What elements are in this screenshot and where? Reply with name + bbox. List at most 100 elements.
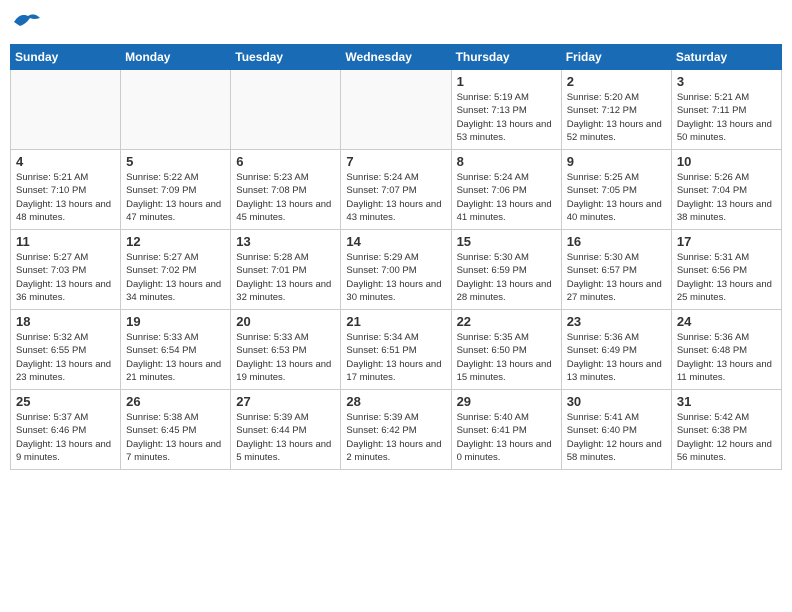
day-cell: 9 Sunrise: 5:25 AM Sunset: 7:05 PM Daylig… xyxy=(561,150,671,230)
day-info: Sunrise: 5:21 AM Sunset: 7:10 PM Dayligh… xyxy=(16,171,115,224)
day-info: Sunrise: 5:23 AM Sunset: 7:08 PM Dayligh… xyxy=(236,171,335,224)
day-info: Sunrise: 5:29 AM Sunset: 7:00 PM Dayligh… xyxy=(346,251,445,304)
day-number: 10 xyxy=(677,154,776,169)
day-number: 15 xyxy=(457,234,556,249)
day-cell xyxy=(341,70,451,150)
day-info: Sunrise: 5:39 AM Sunset: 6:44 PM Dayligh… xyxy=(236,411,335,464)
day-cell: 4 Sunrise: 5:21 AM Sunset: 7:10 PM Daylig… xyxy=(11,150,121,230)
day-cell: 31 Sunrise: 5:42 AM Sunset: 6:38 PM Dayli… xyxy=(671,390,781,470)
week-row-3: 11 Sunrise: 5:27 AM Sunset: 7:03 PM Dayli… xyxy=(11,230,782,310)
week-row-4: 18 Sunrise: 5:32 AM Sunset: 6:55 PM Dayli… xyxy=(11,310,782,390)
day-cell: 1 Sunrise: 5:19 AM Sunset: 7:13 PM Daylig… xyxy=(451,70,561,150)
day-info: Sunrise: 5:40 AM Sunset: 6:41 PM Dayligh… xyxy=(457,411,556,464)
day-number: 26 xyxy=(126,394,225,409)
day-info: Sunrise: 5:41 AM Sunset: 6:40 PM Dayligh… xyxy=(567,411,666,464)
day-cell: 10 Sunrise: 5:26 AM Sunset: 7:04 PM Dayli… xyxy=(671,150,781,230)
day-number: 21 xyxy=(346,314,445,329)
day-info: Sunrise: 5:20 AM Sunset: 7:12 PM Dayligh… xyxy=(567,91,666,144)
day-number: 14 xyxy=(346,234,445,249)
day-number: 28 xyxy=(346,394,445,409)
day-info: Sunrise: 5:30 AM Sunset: 6:59 PM Dayligh… xyxy=(457,251,556,304)
day-number: 19 xyxy=(126,314,225,329)
day-number: 7 xyxy=(346,154,445,169)
day-number: 5 xyxy=(126,154,225,169)
day-info: Sunrise: 5:36 AM Sunset: 6:48 PM Dayligh… xyxy=(677,331,776,384)
day-info: Sunrise: 5:38 AM Sunset: 6:45 PM Dayligh… xyxy=(126,411,225,464)
day-info: Sunrise: 5:34 AM Sunset: 6:51 PM Dayligh… xyxy=(346,331,445,384)
day-cell: 6Sunrise: 5:23 AM Sunset: 7:08 PM Daylig… xyxy=(231,150,341,230)
logo xyxy=(10,10,42,34)
day-number: 22 xyxy=(457,314,556,329)
day-number: 4 xyxy=(16,154,115,169)
day-cell: 17 Sunrise: 5:31 AM Sunset: 6:56 PM Dayli… xyxy=(671,230,781,310)
day-cell: 8 Sunrise: 5:24 AM Sunset: 7:06 PM Daylig… xyxy=(451,150,561,230)
day-number: 13 xyxy=(236,234,335,249)
day-number: 12 xyxy=(126,234,225,249)
weekday-header-sunday: Sunday xyxy=(11,45,121,70)
day-info: Sunrise: 5:24 AM Sunset: 7:06 PM Dayligh… xyxy=(457,171,556,224)
weekday-header-thursday: Thursday xyxy=(451,45,561,70)
day-number: 9 xyxy=(567,154,666,169)
day-cell: 20Sunrise: 5:33 AM Sunset: 6:53 PM Dayli… xyxy=(231,310,341,390)
day-info: Sunrise: 5:21 AM Sunset: 7:11 PM Dayligh… xyxy=(677,91,776,144)
logo-bird-icon xyxy=(12,10,42,34)
day-cell: 30 Sunrise: 5:41 AM Sunset: 6:40 PM Dayli… xyxy=(561,390,671,470)
day-info: Sunrise: 5:31 AM Sunset: 6:56 PM Dayligh… xyxy=(677,251,776,304)
day-cell: 14 Sunrise: 5:29 AM Sunset: 7:00 PM Dayli… xyxy=(341,230,451,310)
day-cell: 3 Sunrise: 5:21 AM Sunset: 7:11 PM Daylig… xyxy=(671,70,781,150)
day-info: Sunrise: 5:39 AM Sunset: 6:42 PM Dayligh… xyxy=(346,411,445,464)
day-cell: 25 Sunrise: 5:37 AM Sunset: 6:46 PM Dayli… xyxy=(11,390,121,470)
day-number: 11 xyxy=(16,234,115,249)
day-cell: 16 Sunrise: 5:30 AM Sunset: 6:57 PM Dayli… xyxy=(561,230,671,310)
day-cell: 23 Sunrise: 5:36 AM Sunset: 6:49 PM Dayli… xyxy=(561,310,671,390)
day-cell: 5 Sunrise: 5:22 AM Sunset: 7:09 PM Daylig… xyxy=(121,150,231,230)
day-info: Sunrise: 5:22 AM Sunset: 7:09 PM Dayligh… xyxy=(126,171,225,224)
page-header xyxy=(10,10,782,34)
day-info: Sunrise: 5:27 AM Sunset: 7:03 PM Dayligh… xyxy=(16,251,115,304)
day-number: 29 xyxy=(457,394,556,409)
day-info: Sunrise: 5:42 AM Sunset: 6:38 PM Dayligh… xyxy=(677,411,776,464)
day-number: 20 xyxy=(236,314,335,329)
day-number: 17 xyxy=(677,234,776,249)
day-cell xyxy=(11,70,121,150)
day-info: Sunrise: 5:32 AM Sunset: 6:55 PM Dayligh… xyxy=(16,331,115,384)
day-info: Sunrise: 5:27 AM Sunset: 7:02 PM Dayligh… xyxy=(126,251,225,304)
day-number: 16 xyxy=(567,234,666,249)
day-info: Sunrise: 5:37 AM Sunset: 6:46 PM Dayligh… xyxy=(16,411,115,464)
day-number: 1 xyxy=(457,74,556,89)
day-cell: 19 Sunrise: 5:33 AM Sunset: 6:54 PM Dayli… xyxy=(121,310,231,390)
day-number: 31 xyxy=(677,394,776,409)
day-info: Sunrise: 5:35 AM Sunset: 6:50 PM Dayligh… xyxy=(457,331,556,384)
day-info: Sunrise: 5:30 AM Sunset: 6:57 PM Dayligh… xyxy=(567,251,666,304)
day-number: 23 xyxy=(567,314,666,329)
day-number: 3 xyxy=(677,74,776,89)
day-info: Sunrise: 5:26 AM Sunset: 7:04 PM Dayligh… xyxy=(677,171,776,224)
day-cell: 21 Sunrise: 5:34 AM Sunset: 6:51 PM Dayli… xyxy=(341,310,451,390)
day-cell xyxy=(121,70,231,150)
week-row-2: 4 Sunrise: 5:21 AM Sunset: 7:10 PM Daylig… xyxy=(11,150,782,230)
weekday-header-tuesday: Tuesday xyxy=(231,45,341,70)
day-number: 18 xyxy=(16,314,115,329)
day-cell: 27 Sunrise: 5:39 AM Sunset: 6:44 PM Dayli… xyxy=(231,390,341,470)
day-info: Sunrise: 5:25 AM Sunset: 7:05 PM Dayligh… xyxy=(567,171,666,224)
day-cell: 24Sunrise: 5:36 AM Sunset: 6:48 PM Dayli… xyxy=(671,310,781,390)
weekday-header-monday: Monday xyxy=(121,45,231,70)
day-info: Sunrise: 5:36 AM Sunset: 6:49 PM Dayligh… xyxy=(567,331,666,384)
day-number: 8 xyxy=(457,154,556,169)
day-info: Sunrise: 5:33 AM Sunset: 6:54 PM Dayligh… xyxy=(126,331,225,384)
day-cell: 11 Sunrise: 5:27 AM Sunset: 7:03 PM Dayli… xyxy=(11,230,121,310)
weekday-header-row: SundayMondayTuesdayWednesdayThursdayFrid… xyxy=(11,45,782,70)
weekday-header-friday: Friday xyxy=(561,45,671,70)
day-cell: 15 Sunrise: 5:30 AM Sunset: 6:59 PM Dayli… xyxy=(451,230,561,310)
week-row-5: 25 Sunrise: 5:37 AM Sunset: 6:46 PM Dayli… xyxy=(11,390,782,470)
day-cell: 18 Sunrise: 5:32 AM Sunset: 6:55 PM Dayli… xyxy=(11,310,121,390)
day-cell: 28 Sunrise: 5:39 AM Sunset: 6:42 PM Dayli… xyxy=(341,390,451,470)
day-number: 30 xyxy=(567,394,666,409)
day-cell: 22 Sunrise: 5:35 AM Sunset: 6:50 PM Dayli… xyxy=(451,310,561,390)
calendar-table: SundayMondayTuesdayWednesdayThursdayFrid… xyxy=(10,44,782,470)
day-cell: 29 Sunrise: 5:40 AM Sunset: 6:41 PM Dayli… xyxy=(451,390,561,470)
day-info: Sunrise: 5:19 AM Sunset: 7:13 PM Dayligh… xyxy=(457,91,556,144)
day-number: 27 xyxy=(236,394,335,409)
day-info: Sunrise: 5:24 AM Sunset: 7:07 PM Dayligh… xyxy=(346,171,445,224)
day-number: 25 xyxy=(16,394,115,409)
